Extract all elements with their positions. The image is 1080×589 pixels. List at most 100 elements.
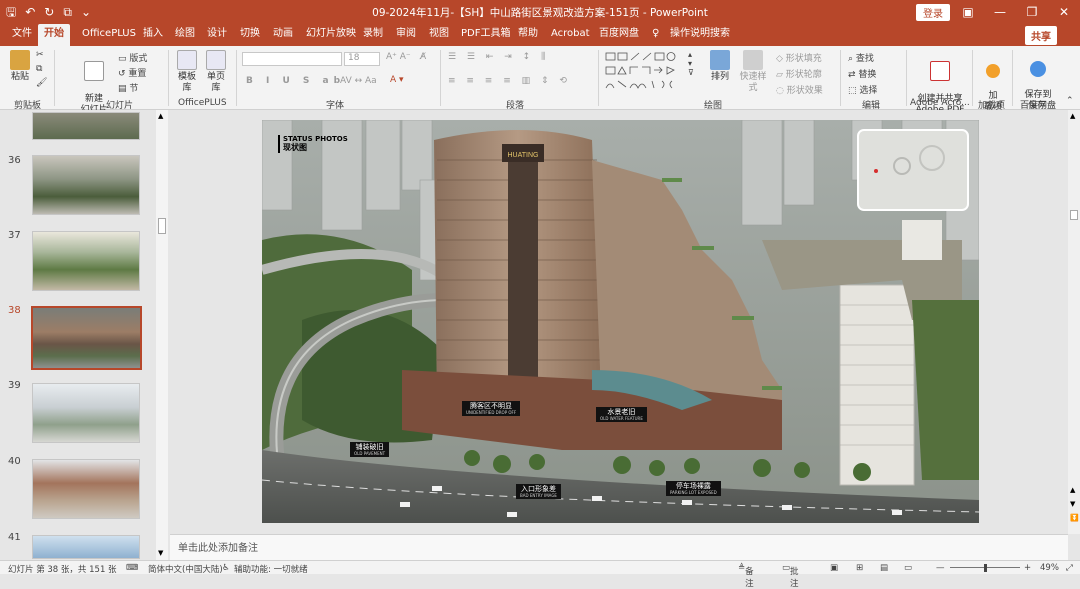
tab-acrobat[interactable]: Acrobat <box>551 24 590 46</box>
tab-animations[interactable]: 动画 <box>273 24 293 46</box>
shape-fill-button[interactable]: ◇ 形状填充 <box>776 51 822 64</box>
zoom-out-icon[interactable]: — <box>936 563 945 573</box>
next-slide-icon[interactable]: ⏬ <box>1070 514 1079 522</box>
slide-header-en: STATUS PHOTOS <box>283 135 348 143</box>
increase-font-icon[interactable]: A⁺ A⁻ <box>386 52 411 62</box>
slide-thumbnail[interactable] <box>32 535 140 559</box>
copy-icon[interactable]: ⧉ <box>36 64 42 74</box>
fit-to-window-icon[interactable]: ⤢ <box>1066 563 1073 573</box>
tab-file[interactable]: 文件 <box>12 24 32 46</box>
share-button[interactable]: 共享 <box>1025 26 1057 45</box>
layout-label: 版式 <box>129 54 148 64</box>
format-painter-icon[interactable]: 🖌 <box>36 78 47 88</box>
tab-baidu-netdisk[interactable]: 百度网盘 <box>599 24 639 46</box>
font-name-box[interactable] <box>242 52 342 66</box>
group-divider <box>236 50 237 106</box>
slide-thumbnail[interactable] <box>32 383 140 443</box>
template-lib-button[interactable]: 模板库 <box>174 50 200 94</box>
font-color-icon[interactable]: A ▾ <box>390 75 404 85</box>
scroll-down-icon[interactable]: ▼ <box>1070 500 1075 508</box>
spellcheck-icon[interactable]: ⌨ <box>126 563 138 573</box>
slideshow-view-icon[interactable]: ▭ <box>904 563 912 573</box>
comments-toggle[interactable]: ▭ 批注 <box>782 563 799 589</box>
zoom-slider-thumb[interactable] <box>984 564 987 572</box>
section-button[interactable]: ▤ 节 <box>118 81 138 94</box>
annotation-cn: 水景老旧 <box>607 408 636 416</box>
font-size-box[interactable]: 18 <box>344 52 380 66</box>
font-style-buttons[interactable]: B I U S ab <box>246 76 345 86</box>
tab-record[interactable]: 录制 <box>363 24 383 46</box>
paste-button[interactable]: 粘贴 <box>8 50 32 83</box>
quick-styles-button[interactable]: 快速样式 <box>736 50 770 94</box>
officeplus-group-label: OfficePLUS <box>178 98 227 108</box>
slide-number: 37 <box>8 230 21 241</box>
scroll-up-icon[interactable]: ▲ <box>1070 112 1075 120</box>
tab-transitions[interactable]: 切换 <box>240 24 260 46</box>
slide-number: 40 <box>8 456 21 467</box>
ribbon-display-icon[interactable]: ▣ <box>952 0 984 24</box>
annotation-en: UNIDENTIFIED DROP OFF <box>466 410 517 415</box>
accessibility-status[interactable]: 辅助功能: 一切就绪 <box>234 563 308 575</box>
group-divider <box>440 50 441 106</box>
slide-thumbnail[interactable] <box>32 231 140 291</box>
scrollbar-thumb[interactable] <box>158 218 166 234</box>
slide-thumbnail-active[interactable] <box>31 306 142 370</box>
annotation-en: PARKING LOT EXPOSED <box>670 490 717 495</box>
tab-help[interactable]: 帮助 <box>518 24 538 46</box>
tab-home[interactable]: 开始 <box>38 24 70 46</box>
reading-view-icon[interactable]: ▤ <box>880 563 888 573</box>
language-indicator[interactable]: 简体中文(中国大陆) <box>148 563 223 575</box>
slide-header: STATUS PHOTOS 现状图 <box>278 135 348 153</box>
tab-insert[interactable]: 插入 <box>143 24 163 46</box>
scroll-up-icon[interactable]: ▲ <box>1070 486 1075 494</box>
close-icon[interactable]: ✕ <box>1048 0 1080 24</box>
notes-pane[interactable]: 单击此处添加备注 <box>170 534 1068 560</box>
collapse-ribbon-icon[interactable]: ⌃ <box>1066 96 1074 106</box>
tab-slideshow[interactable]: 幻灯片放映 <box>306 24 356 46</box>
tab-view[interactable]: 视图 <box>429 24 449 46</box>
scrollbar-thumb[interactable] <box>1070 210 1078 220</box>
char-spacing-icon[interactable]: AV ↔ Aa <box>340 76 377 86</box>
zoom-level[interactable]: 49% <box>1040 563 1059 573</box>
slide-thumbnail[interactable] <box>32 155 140 215</box>
cut-icon[interactable]: ✂ <box>36 50 44 60</box>
tell-me-search[interactable]: 操作说明搜索 <box>670 24 730 46</box>
maximize-icon[interactable]: ❐ <box>1016 0 1048 24</box>
reset-button[interactable]: ↺ 重置 <box>118 66 146 79</box>
zoom-in-icon[interactable]: + <box>1024 563 1031 573</box>
layout-button[interactable]: ▭ 版式 <box>118 51 147 64</box>
shapes-gallery[interactable] <box>604 50 684 94</box>
notes-label: 备注 <box>745 567 754 589</box>
replace-button[interactable]: ⇄ 替换 <box>848 67 876 80</box>
canvas-scrollbar[interactable]: ▲ ▲ ▼ ⏬ <box>1068 110 1080 534</box>
arrange-button[interactable]: 排列 <box>708 50 732 83</box>
notes-toggle[interactable]: ≜ 备注 <box>738 563 754 589</box>
single-lib-button[interactable]: 单页库 <box>203 50 229 94</box>
tab-officeplus[interactable]: OfficePLUS <box>82 24 136 46</box>
tab-design[interactable]: 设计 <box>207 24 227 46</box>
find-button[interactable]: ⌕ 查找 <box>848 51 874 64</box>
slide-thumbnail[interactable] <box>32 112 140 140</box>
tab-pdf-toolbox[interactable]: PDF工具箱 <box>461 24 510 46</box>
tab-review[interactable]: 审阅 <box>396 24 416 46</box>
shapes-scroll[interactable]: ▴ ▾ ⊽ <box>688 50 694 77</box>
clear-format-icon[interactable]: A̸ <box>420 52 426 62</box>
slide-sorter-icon[interactable]: ⊞ <box>856 563 863 573</box>
slide-38[interactable]: HUATING STATUS PHOTOS 现状图 腾客区不明显 UNIDENT… <box>262 120 979 523</box>
accessibility-icon[interactable]: ♿ <box>222 563 230 573</box>
list-buttons[interactable]: ☰ ☰ ⇤ ⇥ ↕ ⫼ <box>448 52 549 62</box>
tab-draw[interactable]: 绘图 <box>175 24 195 46</box>
slide-thumbnail[interactable] <box>32 459 140 519</box>
select-button[interactable]: ⬚ 选择 <box>848 83 877 96</box>
thumbnail-scrollbar[interactable]: ▲ ▼ <box>156 110 168 560</box>
login-button[interactable]: 登录 <box>916 4 950 21</box>
scroll-up-icon[interactable]: ▲ <box>158 112 163 120</box>
align-buttons[interactable]: ≡ ≡ ≡ ≡ ▥ ⇕ ⟲ <box>448 76 571 86</box>
shape-outline-button[interactable]: ▱ 形状轮廓 <box>776 67 822 80</box>
shape-effects-button[interactable]: ◌ 形状效果 <box>776 83 823 96</box>
normal-view-icon[interactable]: ▣ <box>830 563 838 573</box>
minimize-icon[interactable]: — <box>984 0 1016 24</box>
scroll-down-icon[interactable]: ▼ <box>158 549 163 557</box>
slide-header-cn: 现状图 <box>283 143 307 152</box>
quick-styles-label: 快速样式 <box>739 72 767 93</box>
